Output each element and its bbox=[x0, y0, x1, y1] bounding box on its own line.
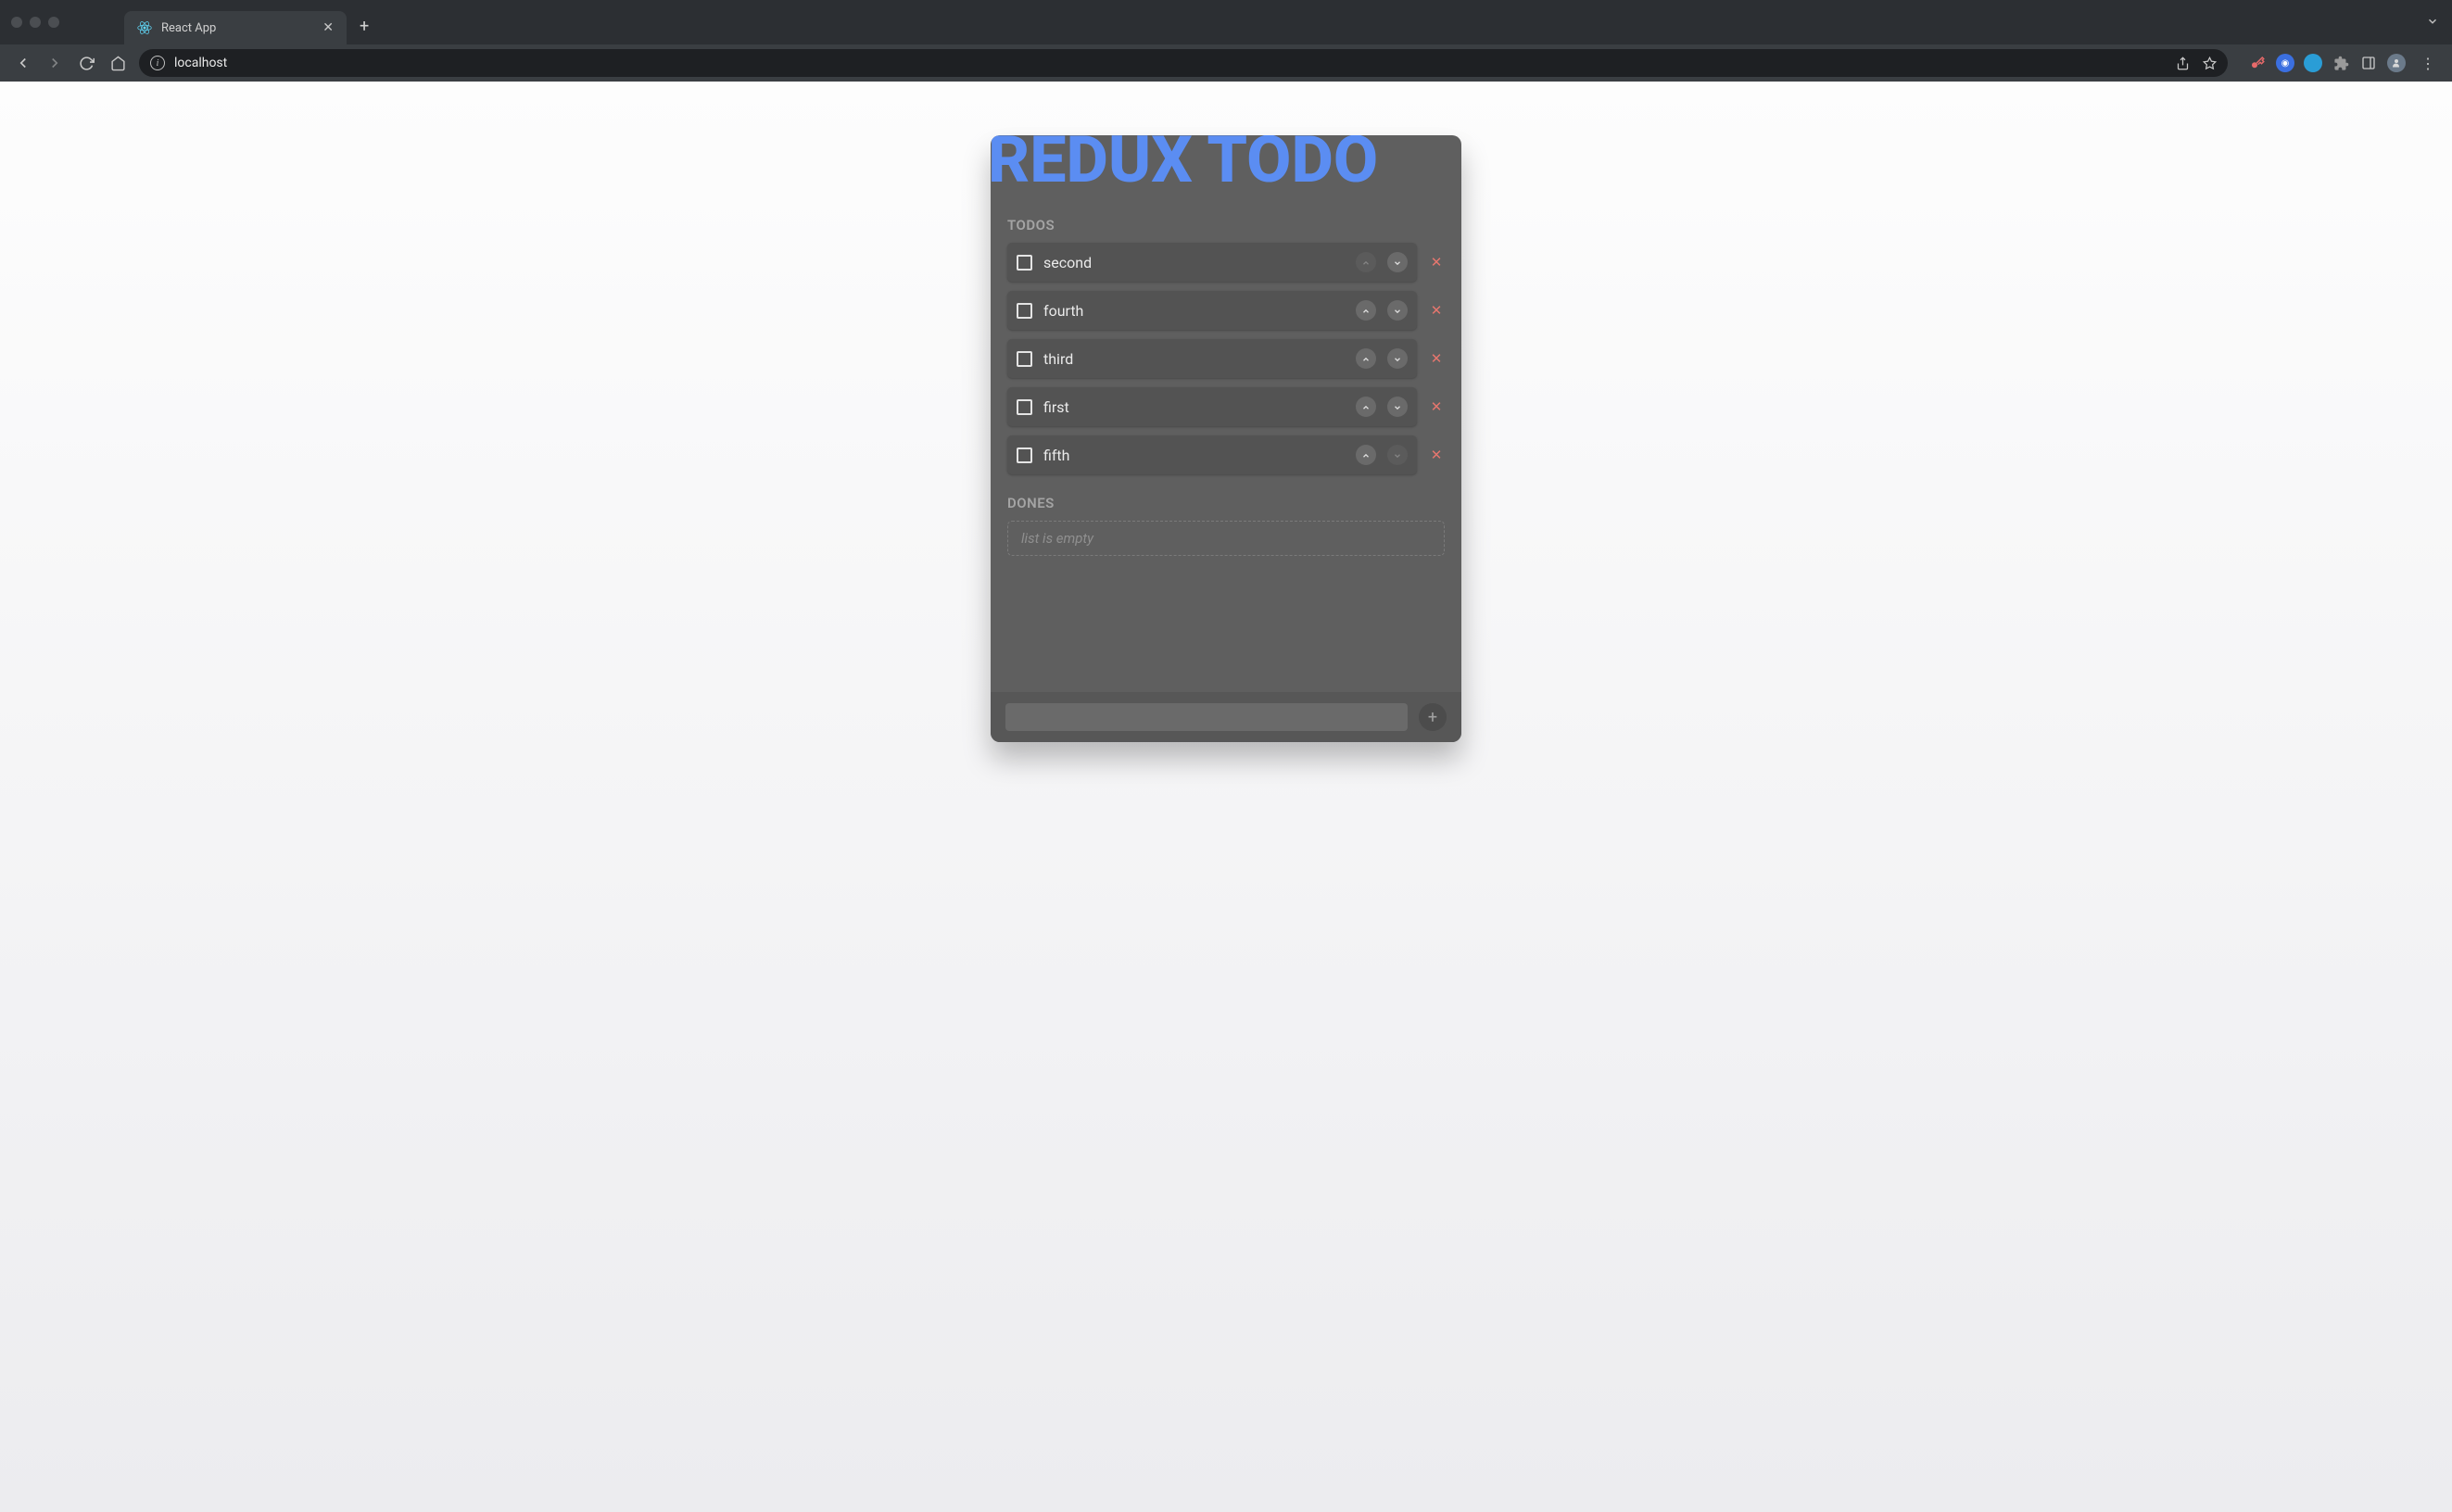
close-icon: ✕ bbox=[1431, 302, 1443, 319]
todo-row: third ✕ bbox=[1007, 339, 1445, 378]
react-icon bbox=[137, 20, 152, 35]
todo-row: fifth ✕ bbox=[1007, 435, 1445, 474]
close-icon: ✕ bbox=[1431, 398, 1443, 415]
chevron-down-icon bbox=[1393, 398, 1402, 416]
home-button[interactable] bbox=[107, 53, 128, 73]
move-up-button[interactable] bbox=[1356, 300, 1376, 321]
extensions-area: ◉ bbox=[2248, 54, 2406, 72]
todo-row: fourth ✕ bbox=[1007, 291, 1445, 330]
delete-button[interactable]: ✕ bbox=[1428, 254, 1445, 271]
chevron-up-icon bbox=[1361, 350, 1371, 368]
extension-cyan-icon[interactable] bbox=[2304, 54, 2322, 72]
reload-button[interactable] bbox=[76, 53, 96, 73]
todo-row: first ✕ bbox=[1007, 387, 1445, 426]
chevron-down-icon bbox=[1393, 302, 1402, 320]
todo-text: first bbox=[1043, 398, 1345, 416]
add-todo-footer: + bbox=[991, 692, 1461, 742]
new-tab-button[interactable]: + bbox=[347, 17, 382, 36]
tab-title: React App bbox=[161, 21, 216, 35]
todo-text: fifth bbox=[1043, 447, 1345, 464]
todo-item: second bbox=[1007, 243, 1417, 282]
browser-toolbar: i localhost ◉ bbox=[0, 44, 2452, 82]
chevron-down-icon bbox=[1393, 447, 1402, 464]
back-button[interactable] bbox=[13, 53, 33, 73]
extension-key-icon[interactable] bbox=[2248, 54, 2267, 72]
move-down-button bbox=[1387, 445, 1408, 465]
delete-button[interactable]: ✕ bbox=[1428, 447, 1445, 463]
close-icon: ✕ bbox=[1431, 350, 1443, 367]
traffic-lights bbox=[11, 17, 59, 28]
address-bar[interactable]: i localhost bbox=[139, 49, 2228, 77]
close-icon: ✕ bbox=[1431, 254, 1443, 271]
browser-tab[interactable]: React App ✕ bbox=[124, 11, 347, 44]
dones-section-label: DONES bbox=[991, 474, 1461, 521]
window-maximize-button[interactable] bbox=[48, 17, 59, 28]
share-icon[interactable] bbox=[2176, 57, 2190, 70]
site-info-icon[interactable]: i bbox=[150, 56, 165, 70]
move-down-button[interactable] bbox=[1387, 300, 1408, 321]
todo-checkbox[interactable] bbox=[1017, 399, 1032, 415]
todo-row: second ✕ bbox=[1007, 243, 1445, 282]
delete-button[interactable]: ✕ bbox=[1428, 350, 1445, 367]
delete-button[interactable]: ✕ bbox=[1428, 398, 1445, 415]
move-down-button[interactable] bbox=[1387, 397, 1408, 417]
close-tab-icon[interactable]: ✕ bbox=[322, 20, 334, 35]
todo-item: fifth bbox=[1007, 435, 1417, 474]
todo-text: fourth bbox=[1043, 302, 1345, 320]
todo-item: fourth bbox=[1007, 291, 1417, 330]
extensions-puzzle-icon[interactable] bbox=[2332, 54, 2350, 72]
todos-section-label: TODOS bbox=[991, 196, 1461, 243]
todo-item: first bbox=[1007, 387, 1417, 426]
plus-icon: + bbox=[1428, 708, 1437, 727]
window-minimize-button[interactable] bbox=[30, 17, 41, 28]
profile-avatar-icon[interactable] bbox=[2387, 54, 2406, 72]
move-up-button[interactable] bbox=[1356, 445, 1376, 465]
delete-button[interactable]: ✕ bbox=[1428, 302, 1445, 319]
page-viewport: REDUX TODO TODOS second✕fourth✕third✕fir… bbox=[0, 82, 2452, 1512]
todo-checkbox[interactable] bbox=[1017, 303, 1032, 319]
titlebar: React App ✕ + bbox=[0, 0, 2452, 44]
forward-button[interactable] bbox=[44, 53, 65, 73]
close-icon: ✕ bbox=[1431, 447, 1443, 463]
move-up-button[interactable] bbox=[1356, 348, 1376, 369]
tabs-dropdown-icon[interactable] bbox=[2426, 14, 2439, 32]
todo-checkbox[interactable] bbox=[1017, 351, 1032, 367]
todo-text: second bbox=[1043, 254, 1345, 271]
bookmark-icon[interactable] bbox=[2203, 57, 2217, 70]
chevron-down-icon bbox=[1393, 350, 1402, 368]
move-up-button[interactable] bbox=[1356, 397, 1376, 417]
add-todo-button[interactable]: + bbox=[1419, 703, 1447, 731]
add-todo-input[interactable] bbox=[1005, 703, 1408, 731]
dones-empty-placeholder: list is empty bbox=[1007, 521, 1445, 556]
chevron-up-icon bbox=[1361, 254, 1371, 271]
todo-item: third bbox=[1007, 339, 1417, 378]
chevron-up-icon bbox=[1361, 447, 1371, 464]
todo-list: second ✕ fourth ✕ third ✕ first ✕ fifth ✕ bbox=[991, 243, 1461, 474]
chevron-down-icon bbox=[1393, 254, 1402, 271]
todo-checkbox[interactable] bbox=[1017, 447, 1032, 463]
move-down-button[interactable] bbox=[1387, 252, 1408, 272]
browser-menu-icon[interactable]: ⋮ bbox=[2417, 55, 2439, 72]
address-text: localhost bbox=[174, 56, 227, 70]
todo-text: third bbox=[1043, 350, 1345, 368]
todo-app-card: REDUX TODO TODOS second✕fourth✕third✕fir… bbox=[991, 135, 1461, 742]
panel-icon[interactable] bbox=[2359, 54, 2378, 72]
move-up-button bbox=[1356, 252, 1376, 272]
window-close-button[interactable] bbox=[11, 17, 22, 28]
chevron-up-icon bbox=[1361, 398, 1371, 416]
chevron-up-icon bbox=[1361, 302, 1371, 320]
todo-checkbox[interactable] bbox=[1017, 255, 1032, 271]
extension-blue-icon[interactable]: ◉ bbox=[2276, 54, 2294, 72]
browser-chrome: React App ✕ + i localhost bbox=[0, 0, 2452, 82]
app-title: REDUX TODO bbox=[991, 135, 1459, 196]
move-down-button[interactable] bbox=[1387, 348, 1408, 369]
empty-text: list is empty bbox=[1021, 530, 1093, 547]
